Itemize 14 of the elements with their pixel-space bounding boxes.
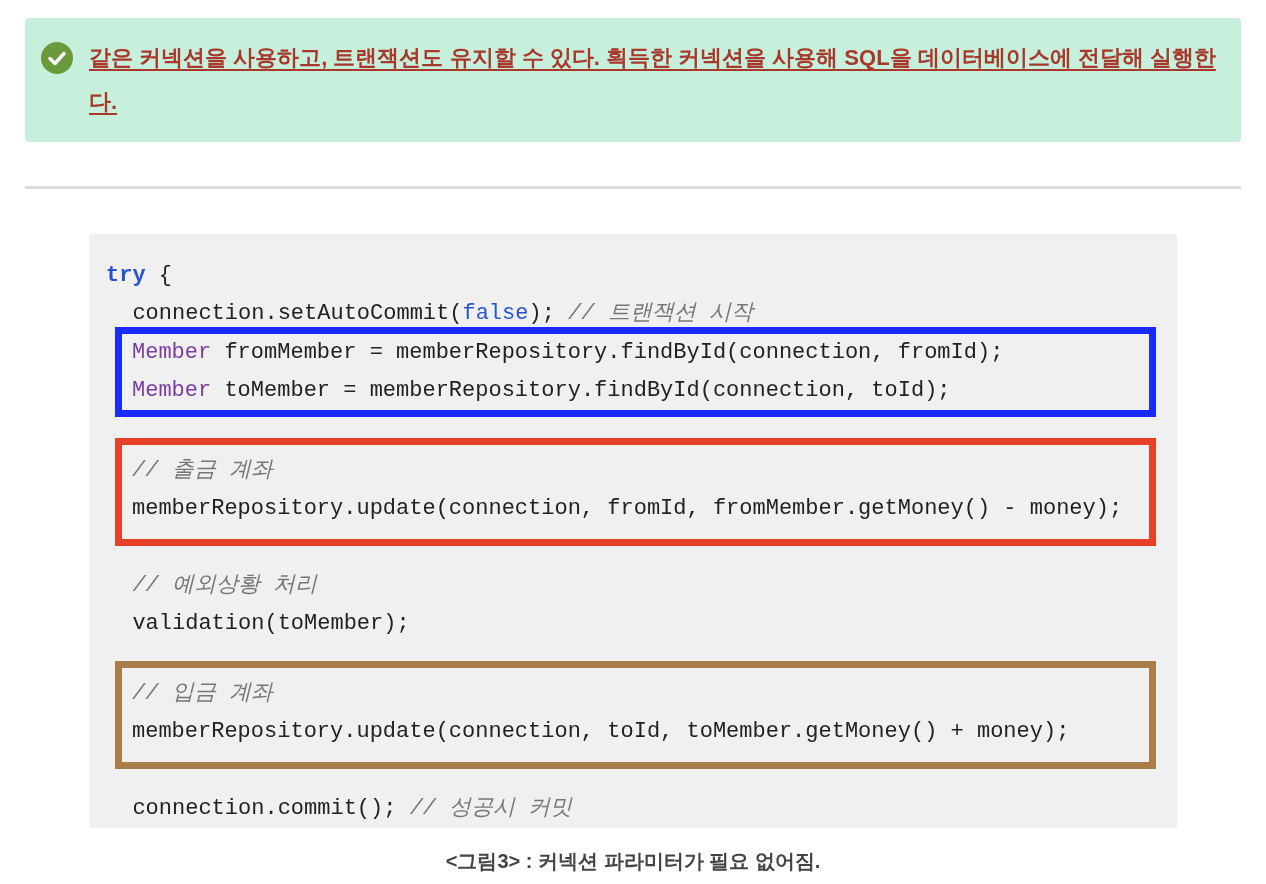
code-line: // 출금 계좌: [132, 457, 275, 485]
figure-caption: <그림3> : 커넥션 파라미터가 필요 없어짐.: [444, 849, 822, 874]
callout-text: 같은 커넥션을 사용하고, 트랜잭션도 유지할 수 있다. 획득한 커넥션을 사용해 SQL을 데이터베이스에 전달해 실행한다.: [89, 44, 1217, 116]
code-line: try {: [106, 262, 173, 290]
code-line: memberRepository.update(connection, fromId, fromMember.getMoney() - money);: [132, 495, 1124, 523]
code-line: validation(toMember);: [131, 610, 410, 638]
check-circle-icon: [41, 42, 73, 74]
code-line: // 입금 계좌: [132, 680, 275, 708]
code-line: // 예외상황 처리: [131, 572, 319, 600]
code-line: connection.commit(); // 성공시 커밋: [131, 795, 573, 823]
code-line: Member fromMember = memberRepository.findById(connection, fromId);: [132, 339, 1005, 367]
code-line: memberRepository.update(connection, toId, toMember.getMoney() + money);: [132, 718, 1071, 746]
code-line: connection.setAutoCommit(false); // 트랜잭션 시작: [131, 300, 753, 328]
code-line: Member toMember = memberRepository.findById(connection, toId);: [132, 377, 952, 405]
